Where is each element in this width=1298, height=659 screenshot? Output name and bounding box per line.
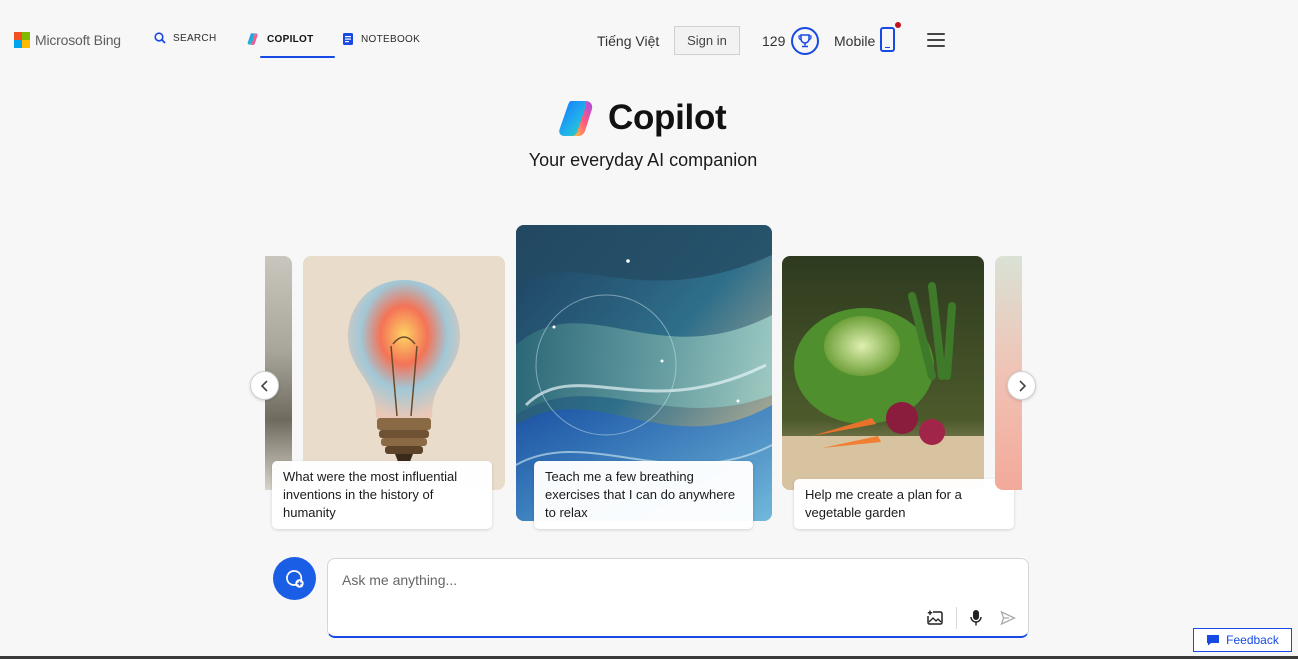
search-icon <box>154 32 166 44</box>
hamburger-menu-icon[interactable] <box>927 33 945 47</box>
chat-composer[interactable] <box>327 558 1029 638</box>
page-title: Copilot <box>558 98 727 138</box>
feedback-button[interactable]: Feedback <box>1193 628 1292 652</box>
notebook-icon <box>343 33 353 45</box>
toolbar-divider <box>956 607 957 629</box>
sign-in-button[interactable]: Sign in <box>674 26 740 55</box>
feedback-label: Feedback <box>1226 633 1279 647</box>
carousel-caption[interactable]: Help me create a plan for a vegetable ga… <box>794 479 1014 529</box>
rewards-points[interactable]: 129 <box>762 33 785 49</box>
nav-copilot[interactable]: COPILOT <box>246 32 314 46</box>
new-chat-icon <box>285 569 304 588</box>
copilot-logo-icon <box>559 101 593 136</box>
copilot-title: Copilot <box>608 98 727 137</box>
new-topic-button[interactable] <box>273 557 316 600</box>
mobile-phone-icon[interactable] <box>880 27 895 52</box>
carousel-caption-featured[interactable]: Teach me a few breathing exercises that … <box>534 461 753 529</box>
rewards-trophy-icon[interactable] <box>791 27 819 55</box>
mobile-link[interactable]: Mobile <box>834 33 875 49</box>
microphone-icon[interactable] <box>966 608 986 628</box>
bing-logo[interactable]: Microsoft Bing <box>14 32 121 48</box>
carousel-card[interactable] <box>782 256 984 490</box>
top-bar: Microsoft Bing SEARCH COPILOT NOTEBOOK T… <box>0 0 1298 80</box>
microsoft-logo-icon <box>14 32 30 48</box>
page-subtitle: Your everyday AI companion <box>528 150 758 170</box>
nav-copilot-label: COPILOT <box>267 33 314 45</box>
nav-notebook[interactable]: NOTEBOOK <box>342 32 420 46</box>
brand-name: Microsoft Bing <box>35 32 121 48</box>
add-image-icon[interactable] <box>925 608 945 628</box>
ask-input[interactable] <box>340 569 1000 591</box>
lightbulb-image <box>303 256 505 490</box>
send-icon[interactable] <box>998 608 1018 628</box>
carousel-card[interactable] <box>303 256 505 490</box>
nav-notebook-label: NOTEBOOK <box>361 33 421 45</box>
vegetables-image <box>782 256 984 490</box>
chevron-right-icon <box>1018 379 1026 392</box>
feedback-icon <box>1207 635 1220 646</box>
carousel-prev-button[interactable] <box>250 371 279 400</box>
notification-dot <box>895 22 901 28</box>
active-tab-indicator <box>260 56 335 58</box>
nav-search-label: SEARCH <box>173 32 217 44</box>
language-link[interactable]: Tiếng Việt <box>597 33 659 49</box>
copilot-icon <box>247 33 258 45</box>
carousel-caption[interactable]: What were the most influential invention… <box>272 461 492 529</box>
chevron-left-icon <box>260 379 268 392</box>
nav-search[interactable]: SEARCH <box>154 32 216 44</box>
carousel-next-button[interactable] <box>1007 371 1036 400</box>
